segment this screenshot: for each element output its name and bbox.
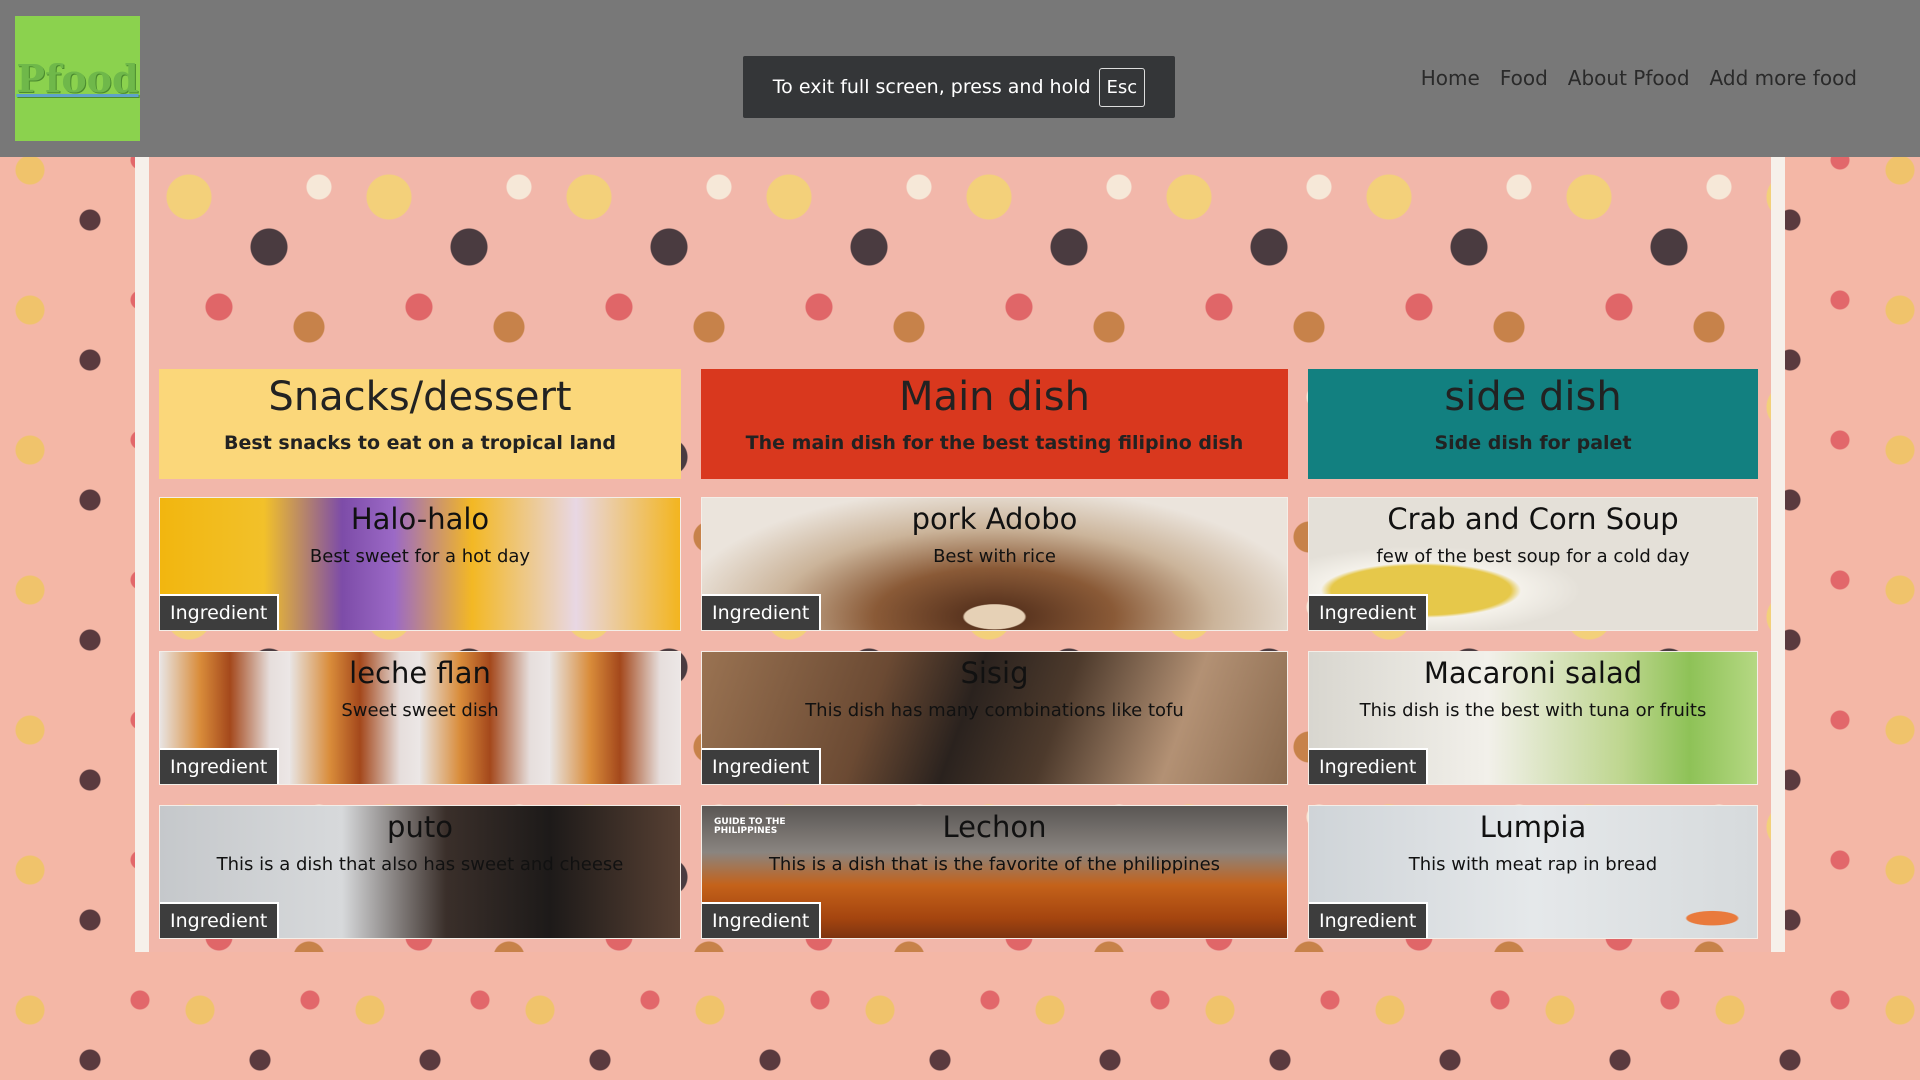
column-title: Snacks/dessert — [268, 374, 572, 420]
food-name: Crab and Corn Soup — [1387, 502, 1679, 536]
main-dish-header: Main dish The main dish for the best tas… — [701, 369, 1288, 479]
ingredient-button[interactable]: Ingredient — [160, 748, 280, 784]
food-card-pork-adobo: pork Adobo Best with rice Ingredient — [701, 497, 1288, 631]
column-title: side dish — [1444, 374, 1622, 420]
food-name: Sisig — [960, 656, 1029, 690]
ingredient-button[interactable]: Ingredient — [702, 594, 822, 630]
column-subtitle: The main dish for the best tasting filip… — [745, 432, 1244, 454]
food-name: puto — [387, 810, 453, 844]
food-description: Best with rice — [933, 546, 1056, 567]
side-dish-header: side dish Side dish for palet — [1308, 369, 1758, 479]
ingredient-button[interactable]: Ingredient — [1309, 902, 1429, 938]
nav-link-about[interactable]: About Pfood — [1568, 66, 1690, 90]
food-name: pork Adobo — [911, 502, 1078, 536]
food-description: This with meat rap in bread — [1408, 854, 1658, 875]
ingredient-button[interactable]: Ingredient — [702, 748, 822, 784]
food-menu-container: Snacks/dessert Best snacks to eat on a t… — [135, 157, 1785, 952]
navbar: Pfood To exit full screen, press and hol… — [0, 0, 1920, 157]
logo[interactable]: Pfood — [15, 16, 140, 141]
nav-link-add-food[interactable]: Add more food — [1710, 66, 1857, 90]
food-card-halo-halo: Halo-halo Best sweet for a hot day Ingre… — [159, 497, 681, 631]
ingredient-button[interactable]: Ingredient — [160, 902, 280, 938]
food-name: Halo-halo — [350, 502, 490, 536]
food-name: Lechon — [942, 810, 1047, 844]
food-description: Sweet sweet dish — [341, 700, 499, 721]
food-description: This dish is the best with tuna or fruit… — [1359, 700, 1707, 721]
nav-links: Home Food About Pfood Add more food — [1421, 66, 1857, 90]
esc-key-hint: Esc — [1098, 67, 1146, 107]
food-card-lumpia: Lumpia This with meat rap in bread Ingre… — [1308, 805, 1758, 939]
fullscreen-message: To exit full screen, press and hold — [772, 76, 1091, 98]
food-card-macaroni-salad: Macaroni salad This dish is the best wit… — [1308, 651, 1758, 785]
snacks-header: Snacks/dessert Best snacks to eat on a t… — [159, 369, 681, 479]
food-card-lechon: GUIDE TO THE PHILIPPINES Lechon This is … — [701, 805, 1288, 939]
logo-text: Pfood — [16, 56, 139, 101]
food-name: Macaroni salad — [1423, 656, 1643, 690]
food-description: This dish has many combinations like tof… — [805, 700, 1184, 721]
column-subtitle: Side dish for palet — [1434, 432, 1632, 454]
column-title: Main dish — [899, 374, 1090, 420]
food-name: Lumpia — [1479, 810, 1587, 844]
food-description: Best sweet for a hot day — [309, 546, 531, 567]
food-name: leche flan — [349, 656, 491, 690]
ingredient-button[interactable]: Ingredient — [160, 594, 280, 630]
food-description: few of the best soup for a cold day — [1376, 546, 1690, 567]
ingredient-button[interactable]: Ingredient — [1309, 594, 1429, 630]
food-description: This is a dish that is the favorite of t… — [768, 854, 1221, 875]
ingredient-button[interactable]: Ingredient — [1309, 748, 1429, 784]
column-subtitle: Best snacks to eat on a tropical land — [224, 432, 616, 454]
food-card-sisig: Sisig This dish has many combinations li… — [701, 651, 1288, 785]
nav-link-food[interactable]: Food — [1500, 66, 1548, 90]
nav-link-home[interactable]: Home — [1421, 66, 1480, 90]
food-card-puto: puto This is a dish that also has sweet … — [159, 805, 681, 939]
ingredient-button[interactable]: Ingredient — [702, 902, 822, 938]
fullscreen-exit-notice: To exit full screen, press and hold Esc — [743, 56, 1175, 118]
food-description: This is a dish that also has sweet and c… — [216, 854, 624, 875]
food-card-crab-corn-soup: Crab and Corn Soup few of the best soup … — [1308, 497, 1758, 631]
food-card-leche-flan: leche flan Sweet sweet dish Ingredient — [159, 651, 681, 785]
